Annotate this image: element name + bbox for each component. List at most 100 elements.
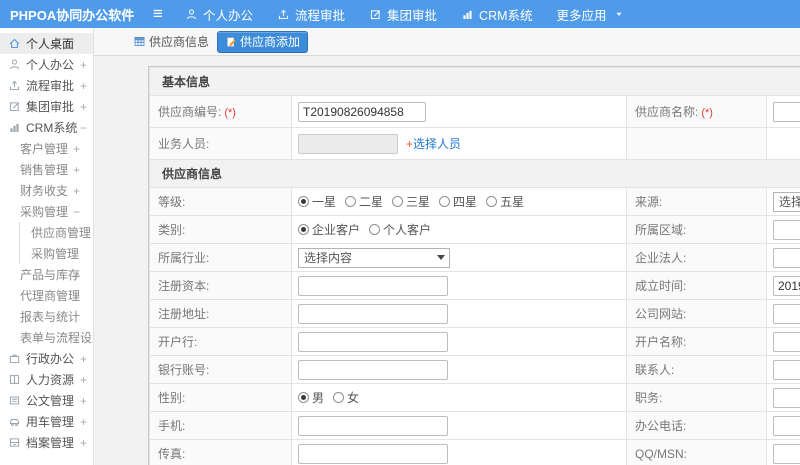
established-date-input[interactable] (773, 275, 800, 296)
bank-account-input[interactable] (298, 359, 448, 380)
sidebar-item-finance-io[interactable]: 财务收支 + (0, 180, 93, 201)
expand-icon[interactable]: + (80, 394, 87, 408)
radio-icon[interactable] (298, 196, 309, 207)
source-select[interactable]: 选择内容 (773, 191, 800, 212)
expand-icon[interactable]: + (80, 415, 87, 429)
radio-icon[interactable] (345, 196, 357, 207)
sidebar-item-document-mgmt[interactable]: 公文管理 + (0, 390, 93, 411)
topnav-item-3[interactable]: CRM系统 (449, 0, 544, 28)
category-radio-0[interactable]: 企业客户 (298, 221, 360, 238)
gender-label: 性别: (149, 383, 292, 412)
region-input[interactable] (773, 219, 800, 240)
level-radio-4[interactable]: 五星 (486, 193, 524, 210)
gender-radio-1[interactable]: 女 (333, 389, 359, 406)
sidebar-item-label: 采购管理 (20, 205, 69, 219)
sidebar-item-crm-system[interactable]: CRM系统 − (0, 117, 93, 138)
topnav-item-2[interactable]: 集团审批 (357, 0, 449, 28)
sidebar-item-group-approval[interactable]: 集团审批 + (0, 96, 93, 117)
radio-icon[interactable] (392, 196, 404, 207)
expand-icon[interactable]: + (80, 79, 87, 93)
sidebar-item-supplier-mgmt[interactable]: 供应商管理 (19, 222, 93, 243)
radio-icon[interactable] (486, 196, 498, 207)
radio-icon[interactable] (298, 392, 309, 403)
supplier-code-input[interactable] (298, 101, 426, 122)
sidebar-item-procurement-mgmt[interactable]: 采购管理 (19, 243, 93, 264)
sidebar-item-report-stats[interactable]: 报表与统计 (0, 306, 93, 327)
legal-person-input[interactable] (773, 247, 800, 268)
expand-icon[interactable]: + (73, 163, 80, 177)
level-radio-1[interactable]: 二星 (345, 193, 383, 210)
sidebar-item-customer-mgmt[interactable]: 客户管理 + (0, 138, 93, 159)
menu-toggle-icon[interactable]: ≡ (143, 0, 173, 28)
contact-person-field (765, 355, 800, 384)
expand-icon[interactable]: + (73, 184, 80, 198)
office-phone-input[interactable] (773, 415, 800, 436)
sidebar-item-form-flow-settings[interactable]: 表单与流程设置+ (0, 327, 93, 348)
sidebar-item-personal-office[interactable]: 个人办公 + (0, 54, 93, 75)
job-title-input[interactable] (773, 387, 800, 408)
company-website-input[interactable] (773, 303, 800, 324)
sidebar-item-personal-desktop[interactable]: 个人桌面 (0, 33, 93, 54)
level-radio-3[interactable]: 四星 (439, 193, 477, 210)
industry-field: 选择内容 (291, 243, 627, 272)
sidebar-item-human-resources[interactable]: 人力资源 + (0, 369, 93, 390)
mobile-input[interactable] (298, 415, 448, 436)
business-staff-picker-link[interactable]: +选择人员 (406, 137, 461, 151)
expand-icon[interactable]: + (73, 268, 80, 282)
sidebar-item-admin-office[interactable]: 行政办公 + (0, 348, 93, 369)
sidebar-item-purchase-mgmt[interactable]: 采购管理 − (0, 201, 93, 222)
tab-supplier-add[interactable]: 供应商添加 (217, 30, 309, 53)
topnav-item-0[interactable]: 个人办公 (173, 0, 265, 28)
supplier-name-input[interactable] (773, 101, 800, 122)
qq-msn-input[interactable] (773, 443, 800, 464)
sidebar-item-vehicle-mgmt[interactable]: 用车管理 + (0, 411, 93, 432)
tab-supplier-info[interactable]: 供应商信息 (133, 33, 209, 50)
contact-person-input[interactable] (773, 359, 800, 380)
level-radio-2[interactable]: 三星 (392, 193, 430, 210)
gender-radio-0[interactable]: 男 (298, 389, 324, 406)
registered-address-input[interactable] (298, 303, 448, 324)
topnav-item-1[interactable]: 流程审批 (265, 0, 357, 28)
app-logo: PHPOA协同办公软件 (10, 7, 135, 23)
qq-msn-label: QQ/MSN: (626, 439, 767, 465)
bank-input[interactable] (298, 331, 448, 352)
region-field (765, 215, 800, 244)
expand-icon[interactable]: + (73, 142, 80, 156)
radio-icon[interactable] (333, 392, 345, 403)
radio-label: 四星 (453, 195, 478, 209)
sidebar-item-sales-mgmt[interactable]: 销售管理 + (0, 159, 93, 180)
sidebar-item-flow-approval[interactable]: 流程审批 + (0, 75, 93, 96)
select-value: 选择内容 (779, 195, 800, 209)
sidebar-item-label: 人力资源 (26, 373, 75, 387)
industry-select[interactable]: 选择内容 (298, 247, 450, 268)
collapse-icon[interactable]: − (73, 205, 80, 219)
sidebar-item-agent-mgmt[interactable]: 代理商管理 + (0, 285, 93, 306)
collapse-icon[interactable]: − (80, 121, 87, 135)
expand-icon[interactable]: + (80, 436, 87, 450)
field-label-text: 业务人员: (158, 137, 210, 151)
level-radio-0[interactable]: 一星 (298, 193, 336, 210)
sidebar-item-archive-mgmt[interactable]: 档案管理 + (0, 432, 93, 453)
radio-icon[interactable] (298, 224, 309, 235)
expand-icon[interactable]: + (80, 100, 87, 114)
expand-icon[interactable]: + (73, 289, 80, 303)
radio-icon[interactable] (369, 224, 381, 235)
category-radio-1[interactable]: 个人客户 (369, 221, 431, 238)
form-row: 等级: 一星 二星 三星 四星 五星 来源: 选择内容 (149, 187, 800, 216)
registered-capital-input[interactable] (298, 275, 448, 296)
top-nav: 个人办公 流程审批 集团审批 CRM系统 更多应用 (173, 0, 636, 28)
section-header: 基本信息 (148, 67, 800, 96)
topnav-item-label: 流程审批 (295, 8, 346, 23)
home-icon (8, 37, 21, 50)
topnav-item-4[interactable]: 更多应用 (545, 0, 636, 28)
sidebar-item-product-inventory[interactable]: 产品与库存 + (0, 264, 93, 285)
expand-icon[interactable]: + (80, 58, 87, 72)
category-field: 企业客户 个人客户 (291, 215, 627, 244)
account-name-input[interactable] (773, 331, 800, 352)
supplier-code-field (291, 95, 627, 128)
fax-input[interactable] (298, 443, 448, 464)
radio-icon[interactable] (439, 196, 451, 207)
business-staff-input[interactable] (298, 133, 398, 154)
expand-icon[interactable]: + (80, 352, 87, 366)
expand-icon[interactable]: + (80, 373, 87, 387)
